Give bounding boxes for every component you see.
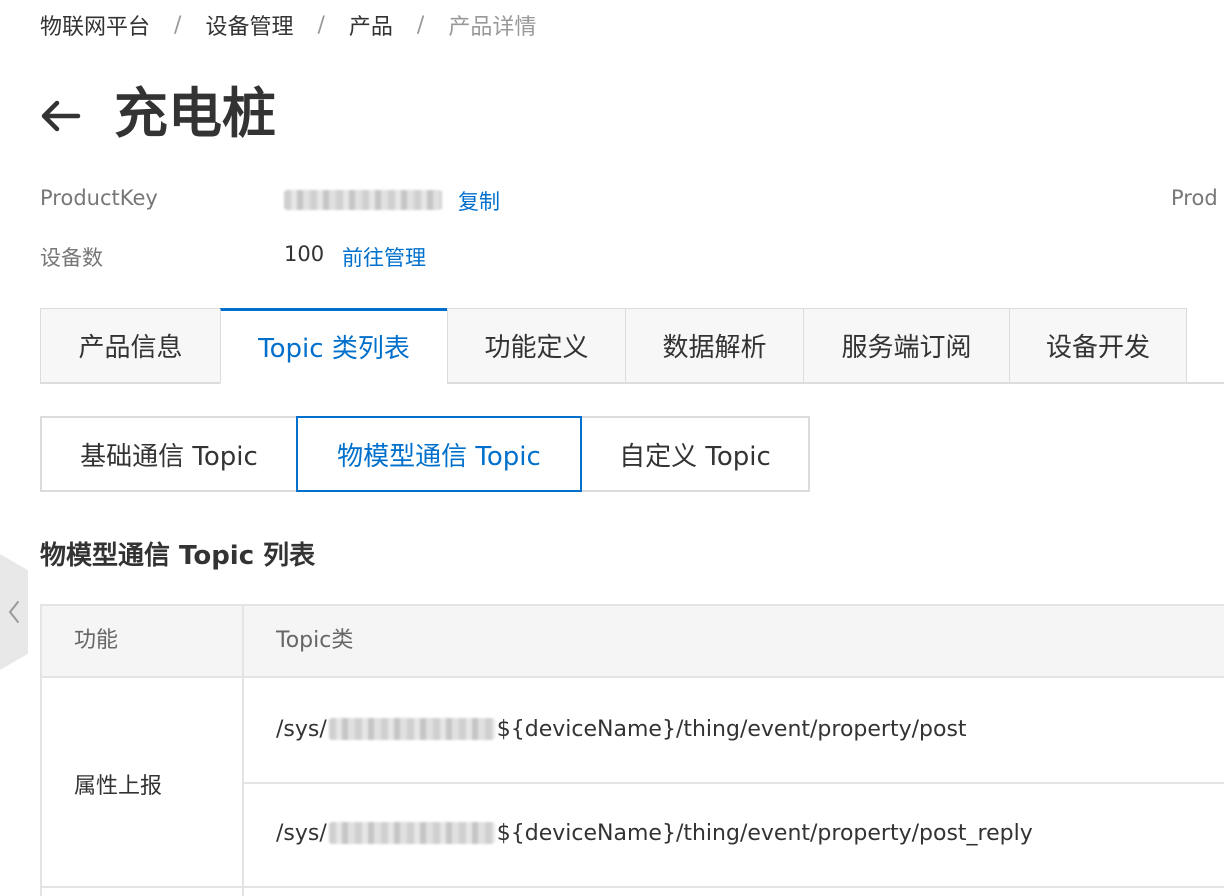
product-key-value-redacted <box>284 190 442 210</box>
device-count-label: 设备数 <box>40 246 103 270</box>
tabs-divider <box>1186 382 1224 384</box>
back-button[interactable] <box>38 94 82 138</box>
tab-data-parsing[interactable]: 数据解析 <box>625 308 803 384</box>
breadcrumb-separator: / <box>317 12 325 38</box>
page-title: 充电桩 <box>114 82 276 145</box>
product-key-redacted <box>328 718 495 740</box>
breadcrumb-item-iot-platform[interactable]: 物联网平台 <box>40 9 150 41</box>
subtab-thing-model-topic[interactable]: 物模型通信 Topic <box>296 416 582 492</box>
product-key-label: ProductKey <box>40 186 158 210</box>
tab-function-definition[interactable]: 功能定义 <box>447 308 625 384</box>
tab-product-info[interactable]: 产品信息 <box>40 308 220 384</box>
manage-devices-link[interactable]: 前往管理 <box>342 242 426 272</box>
breadcrumb-item-product[interactable]: 产品 <box>349 9 393 41</box>
topic-suffix: ${deviceName}/thing/event/property/post_… <box>496 820 1033 846</box>
subtab-custom-topic[interactable]: 自定义 Topic <box>580 416 810 492</box>
topic-subtabs: 基础通信 Topic 物模型通信 Topic 自定义 Topic <box>40 416 810 492</box>
section-title: 物模型通信 Topic 列表 <box>40 541 316 571</box>
breadcrumb: 物联网平台 / 设备管理 / 产品 / 产品详情 <box>40 8 536 42</box>
column-header-topic: Topic类 <box>276 628 354 653</box>
sidebar-collapse-handle[interactable] <box>0 554 28 670</box>
product-key-redacted <box>328 822 495 844</box>
cell-function-property-report: 属性上报 <box>74 774 163 799</box>
row-divider <box>40 886 1224 888</box>
breadcrumb-item-device-management[interactable]: 设备管理 <box>205 9 293 41</box>
copy-link[interactable]: 复制 <box>458 186 500 216</box>
column-divider <box>242 604 244 896</box>
tab-server-subscription[interactable]: 服务端订阅 <box>803 308 1009 384</box>
column-header-function: 功能 <box>74 628 119 653</box>
table-border-left <box>40 604 42 896</box>
topic-suffix: ${deviceName}/thing/event/property/post <box>496 716 967 742</box>
topic-row[interactable]: /sys/ ${deviceName}/thing/event/property… <box>276 818 1033 848</box>
breadcrumb-separator: / <box>174 12 182 38</box>
breadcrumb-item-product-detail: 产品详情 <box>448 15 537 40</box>
topic-prefix: /sys/ <box>276 716 327 742</box>
subtab-basic-topic[interactable]: 基础通信 Topic <box>40 416 298 492</box>
table-header <box>40 604 1224 678</box>
main-tabs: 产品信息 Topic 类列表 功能定义 数据解析 服务端订阅 设备开发 <box>40 308 1187 384</box>
topic-table: 功能 Topic类 属性上报 /sys/ ${deviceName}/thing… <box>40 604 1224 896</box>
tab-topic-list[interactable]: Topic 类列表 <box>220 308 447 384</box>
topic-row[interactable]: /sys/ ${deviceName}/thing/event/property… <box>276 714 967 744</box>
tab-device-development[interactable]: 设备开发 <box>1009 308 1187 384</box>
breadcrumb-separator: / <box>416 12 425 38</box>
row-divider <box>244 782 1224 784</box>
product-secret-label: Prod <box>1171 186 1218 210</box>
chevron-left-icon <box>9 601 19 623</box>
device-count-value: 100 <box>284 242 325 266</box>
topic-prefix: /sys/ <box>276 820 327 846</box>
arrow-left-icon <box>41 100 81 132</box>
